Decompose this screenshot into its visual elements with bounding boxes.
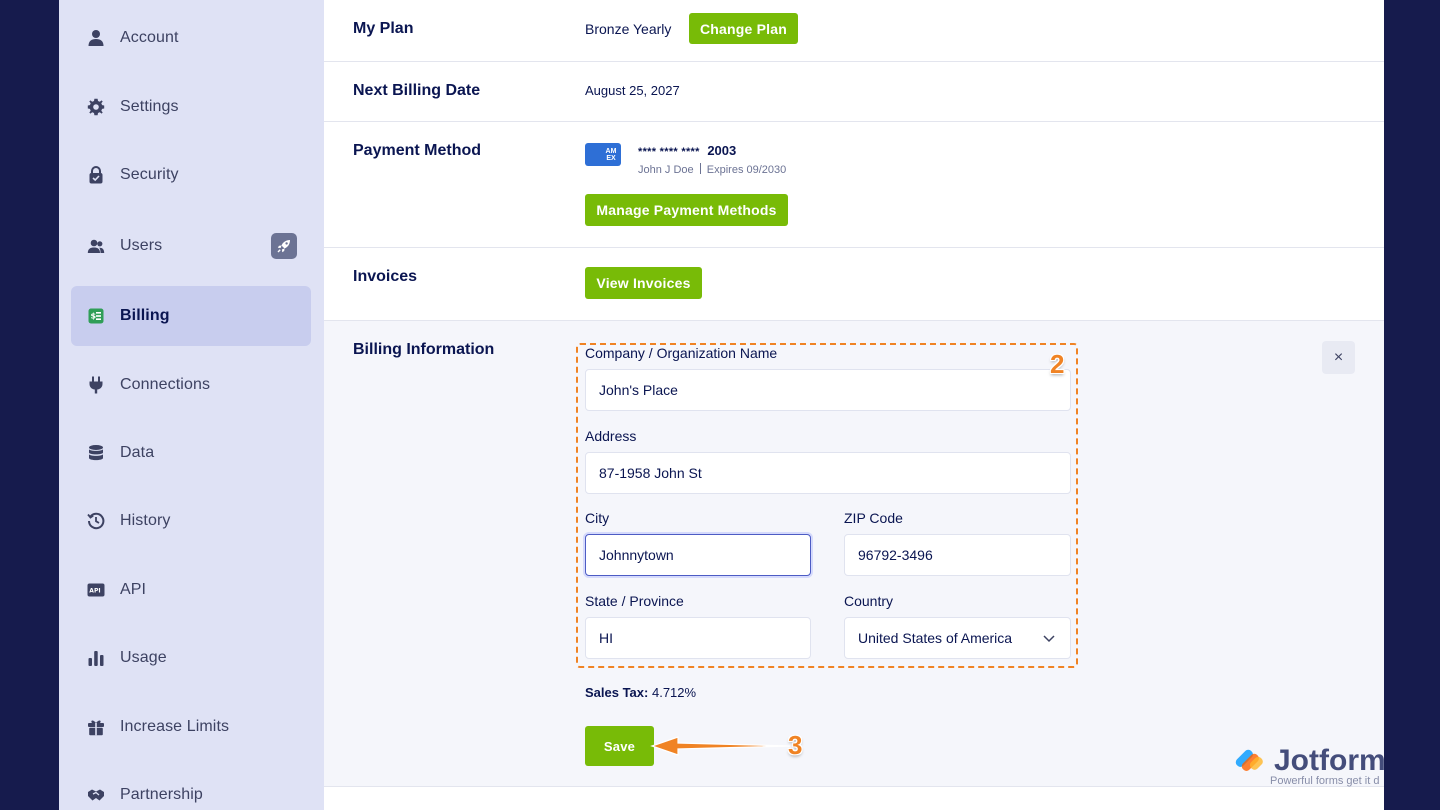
next-billing-row: Next Billing Date August 25, 2027 xyxy=(324,62,1384,122)
annotation-step-3: 3 xyxy=(788,730,803,760)
chevron-down-icon xyxy=(1043,635,1055,643)
address-label: Address xyxy=(585,428,637,444)
change-plan-button[interactable]: Change Plan xyxy=(689,13,798,44)
sidebar-item-increase-limits[interactable]: Increase Limits xyxy=(71,697,311,757)
manage-payment-methods-button[interactable]: Manage Payment Methods xyxy=(585,194,788,226)
city-input-value: Johnnytown xyxy=(599,547,674,563)
company-input[interactable]: John's Place xyxy=(585,369,1071,411)
sidebar-item-label: Partnership xyxy=(120,786,203,803)
sidebar-item-connections[interactable]: Connections xyxy=(71,355,311,415)
sidebar-item-data[interactable]: Data xyxy=(71,423,311,483)
jotform-wordmark: Jotform xyxy=(1274,744,1386,777)
sidebar-item-label: Billing xyxy=(120,307,170,324)
country-select-value: United States of America xyxy=(858,630,1013,646)
bar-chart-icon xyxy=(87,649,105,667)
api-icon: API xyxy=(87,581,105,599)
jotform-tagline: Powerful forms get it d xyxy=(1270,775,1380,787)
sidebar-item-label: Connections xyxy=(120,376,211,393)
billing-info-label: Billing Information xyxy=(353,341,495,358)
sidebar-item-label: Settings xyxy=(120,98,179,115)
next-billing-label: Next Billing Date xyxy=(353,82,481,99)
zip-input-value: 96792-3496 xyxy=(858,547,933,563)
amex-card-icon: AM EX xyxy=(585,143,621,166)
jotform-logo-icon xyxy=(1235,749,1263,771)
plan-value: Bronze Yearly xyxy=(585,21,672,37)
sidebar-item-label: History xyxy=(120,512,171,529)
card-details: John J Doe Expires 09/2030 xyxy=(638,163,787,176)
sidebar-item-usage[interactable]: Usage xyxy=(71,628,311,688)
annotation-step-2: 2 xyxy=(1050,349,1065,379)
city-label: City xyxy=(585,510,610,526)
state-input[interactable]: HI xyxy=(585,617,811,659)
sidebar-item-history[interactable]: History xyxy=(71,491,311,551)
jotform-watermark: Jotform Powerful forms get it d xyxy=(1234,744,1440,792)
save-button[interactable]: Save xyxy=(585,726,654,766)
sidebar-item-partnership[interactable]: Partnership xyxy=(71,765,311,810)
view-invoices-button[interactable]: View Invoices xyxy=(585,267,702,299)
address-input-value: 87-1958 John St xyxy=(599,465,702,481)
payment-row: Payment Method AM EX **** **** **** 2003… xyxy=(324,122,1384,248)
invoices-label: Invoices xyxy=(353,268,418,285)
svg-text:$: $ xyxy=(91,312,97,321)
gear-icon xyxy=(87,98,105,116)
zip-input[interactable]: 96792-3496 xyxy=(844,534,1071,576)
sidebar-item-label: Users xyxy=(120,237,163,254)
sidebar: Account Settings Security Users $ Billin… xyxy=(59,0,324,810)
company-label: Company / Organization Name xyxy=(585,345,778,361)
database-icon xyxy=(87,444,105,462)
country-select[interactable]: United States of America xyxy=(844,617,1071,659)
sidebar-item-label: API xyxy=(120,581,147,598)
handshake-icon xyxy=(87,786,105,804)
users-icon xyxy=(87,237,105,255)
city-input[interactable]: Johnnytown xyxy=(585,534,811,576)
rocket-icon xyxy=(271,233,297,259)
plug-icon xyxy=(87,376,105,394)
sidebar-item-users[interactable]: Users xyxy=(71,216,311,276)
sidebar-item-label: Account xyxy=(120,29,179,46)
country-label: Country xyxy=(844,593,894,609)
close-button[interactable]: × xyxy=(1322,341,1355,374)
zip-label: ZIP Code xyxy=(844,510,903,526)
sidebar-item-billing[interactable]: $ Billing xyxy=(71,286,311,346)
card-number: **** **** **** 2003 xyxy=(638,143,737,158)
user-icon xyxy=(87,29,105,47)
invoices-row: Invoices View Invoices xyxy=(324,248,1384,321)
state-label: State / Province xyxy=(585,593,684,609)
address-input[interactable]: 87-1958 John St xyxy=(585,452,1071,494)
company-input-value: John's Place xyxy=(599,382,678,398)
billing-information-section: Billing Information × Company / Organiza… xyxy=(324,321,1384,787)
billing-content: My Plan Bronze Yearly Change Plan Next B… xyxy=(324,0,1384,810)
sidebar-item-settings[interactable]: Settings xyxy=(71,77,311,137)
sidebar-item-account[interactable]: Account xyxy=(71,8,311,68)
sales-tax: Sales Tax: 4.712% xyxy=(585,685,697,700)
sidebar-item-api[interactable]: API API xyxy=(71,560,311,620)
history-icon xyxy=(87,512,105,530)
plan-row: My Plan Bronze Yearly Change Plan xyxy=(324,0,1384,62)
lock-icon xyxy=(87,166,105,184)
plan-label: My Plan xyxy=(353,20,414,37)
next-billing-value: August 25, 2027 xyxy=(585,83,680,98)
sidebar-item-label: Security xyxy=(120,166,179,183)
sidebar-item-label: Increase Limits xyxy=(120,718,230,735)
state-input-value: HI xyxy=(599,630,613,646)
sidebar-item-label: Usage xyxy=(120,649,167,666)
payment-label: Payment Method xyxy=(353,142,482,159)
svg-text:API: API xyxy=(89,588,100,595)
billing-icon: $ xyxy=(87,307,105,325)
gift-icon xyxy=(87,718,105,736)
sidebar-item-security[interactable]: Security xyxy=(71,145,311,205)
sidebar-item-label: Data xyxy=(120,444,155,461)
app-window: Account Settings Security Users $ Billin… xyxy=(59,0,1384,810)
annotation-arrow xyxy=(650,736,790,756)
